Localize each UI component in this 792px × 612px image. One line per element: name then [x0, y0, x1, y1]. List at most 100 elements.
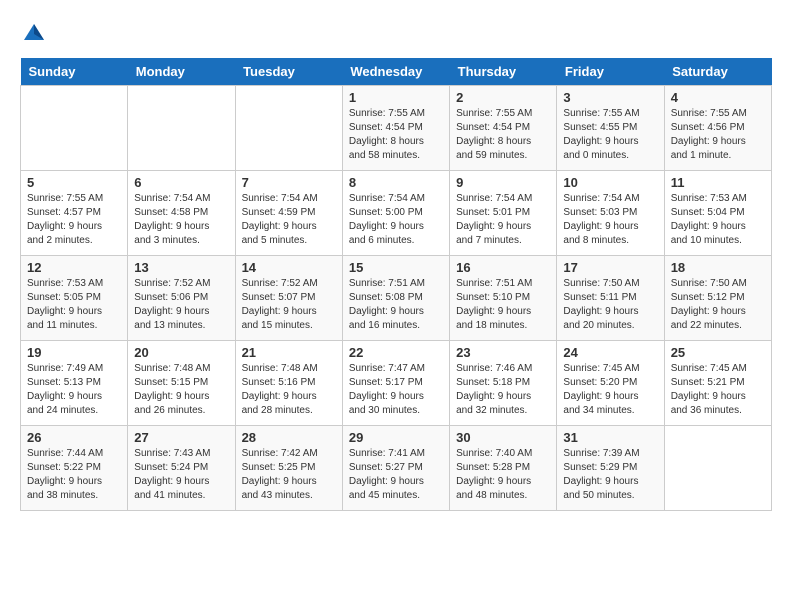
calendar-week-3: 12Sunrise: 7:53 AM Sunset: 5:05 PM Dayli… — [21, 256, 772, 341]
calendar-cell: 14 Sunrise: 7:52 AM Sunset: 5:07 PM Dayli… — [235, 256, 342, 341]
weekday-monday: Monday — [128, 58, 235, 86]
calendar-body: 1 Sunrise: 7:55 AM Sunset: 4:54 PM Daylig… — [21, 86, 772, 511]
day-info: Sunrise: 7:54 AM Sunset: 4:59 PM Dayligh… — [242, 192, 336, 248]
day-info: Sunrise: 7:39 AM Sunset: 5:29 PM Dayligh… — [563, 447, 657, 503]
day-info: Sunrise: 7:41 AM Sunset: 5:27 PM Dayligh… — [349, 447, 443, 503]
day-info: Sunrise: 7:48 AM Sunset: 5:15 PM Dayligh… — [134, 362, 228, 418]
day-number: 22 — [349, 345, 443, 360]
day-info: Sunrise: 7:50 AM Sunset: 5:11 PM Dayligh… — [563, 277, 657, 333]
calendar-cell: 12Sunrise: 7:53 AM Sunset: 5:05 PM Dayli… — [21, 256, 128, 341]
page-header — [20, 20, 772, 48]
day-info: Sunrise: 7:54 AM Sunset: 5:00 PM Dayligh… — [349, 192, 443, 248]
day-info: Sunrise: 7:55 AM Sunset: 4:54 PM Dayligh… — [349, 107, 443, 163]
day-number: 4 — [671, 90, 765, 105]
day-info: Sunrise: 7:55 AM Sunset: 4:57 PM Dayligh… — [27, 192, 121, 248]
calendar-cell: 13 Sunrise: 7:52 AM Sunset: 5:06 PM Dayli… — [128, 256, 235, 341]
day-number: 10 — [563, 175, 657, 190]
calendar-week-2: 5 Sunrise: 7:55 AM Sunset: 4:57 PM Daylig… — [21, 171, 772, 256]
day-number: 19 — [27, 345, 121, 360]
day-info: Sunrise: 7:43 AM Sunset: 5:24 PM Dayligh… — [134, 447, 228, 503]
calendar-cell: 5 Sunrise: 7:55 AM Sunset: 4:57 PM Daylig… — [21, 171, 128, 256]
calendar-cell: 29 Sunrise: 7:41 AM Sunset: 5:27 PM Dayli… — [342, 426, 449, 511]
calendar-cell — [664, 426, 771, 511]
calendar-table: SundayMondayTuesdayWednesdayThursdayFrid… — [20, 58, 772, 511]
day-number: 8 — [349, 175, 443, 190]
calendar-cell: 11 Sunrise: 7:53 AM Sunset: 5:04 PM Dayli… — [664, 171, 771, 256]
calendar-cell: 25Sunrise: 7:45 AM Sunset: 5:21 PM Dayli… — [664, 341, 771, 426]
day-info: Sunrise: 7:44 AM Sunset: 5:22 PM Dayligh… — [27, 447, 121, 503]
calendar-cell: 23Sunrise: 7:46 AM Sunset: 5:18 PM Dayli… — [450, 341, 557, 426]
logo — [20, 20, 52, 48]
day-number: 5 — [27, 175, 121, 190]
day-number: 14 — [242, 260, 336, 275]
day-info: Sunrise: 7:45 AM Sunset: 5:21 PM Dayligh… — [671, 362, 765, 418]
calendar-cell — [21, 86, 128, 171]
calendar-cell: 18Sunrise: 7:50 AM Sunset: 5:12 PM Dayli… — [664, 256, 771, 341]
day-info: Sunrise: 7:52 AM Sunset: 5:07 PM Dayligh… — [242, 277, 336, 333]
day-info: Sunrise: 7:52 AM Sunset: 5:06 PM Dayligh… — [134, 277, 228, 333]
day-info: Sunrise: 7:55 AM Sunset: 4:54 PM Dayligh… — [456, 107, 550, 163]
day-number: 13 — [134, 260, 228, 275]
day-number: 12 — [27, 260, 121, 275]
calendar-cell: 27Sunrise: 7:43 AM Sunset: 5:24 PM Dayli… — [128, 426, 235, 511]
day-number: 24 — [563, 345, 657, 360]
calendar-cell: 4Sunrise: 7:55 AM Sunset: 4:56 PM Daylig… — [664, 86, 771, 171]
calendar-cell: 10 Sunrise: 7:54 AM Sunset: 5:03 PM Dayli… — [557, 171, 664, 256]
weekday-tuesday: Tuesday — [235, 58, 342, 86]
calendar-cell: 17 Sunrise: 7:50 AM Sunset: 5:11 PM Dayli… — [557, 256, 664, 341]
calendar-cell: 28Sunrise: 7:42 AM Sunset: 5:25 PM Dayli… — [235, 426, 342, 511]
day-number: 6 — [134, 175, 228, 190]
calendar-cell: 22Sunrise: 7:47 AM Sunset: 5:17 PM Dayli… — [342, 341, 449, 426]
weekday-friday: Friday — [557, 58, 664, 86]
calendar-week-4: 19 Sunrise: 7:49 AM Sunset: 5:13 PM Dayli… — [21, 341, 772, 426]
calendar-cell: 9 Sunrise: 7:54 AM Sunset: 5:01 PM Daylig… — [450, 171, 557, 256]
day-number: 1 — [349, 90, 443, 105]
day-info: Sunrise: 7:54 AM Sunset: 4:58 PM Dayligh… — [134, 192, 228, 248]
day-number: 17 — [563, 260, 657, 275]
calendar-cell: 24 Sunrise: 7:45 AM Sunset: 5:20 PM Dayli… — [557, 341, 664, 426]
calendar-cell: 20Sunrise: 7:48 AM Sunset: 5:15 PM Dayli… — [128, 341, 235, 426]
day-number: 3 — [563, 90, 657, 105]
day-info: Sunrise: 7:45 AM Sunset: 5:20 PM Dayligh… — [563, 362, 657, 418]
day-number: 2 — [456, 90, 550, 105]
day-info: Sunrise: 7:50 AM Sunset: 5:12 PM Dayligh… — [671, 277, 765, 333]
day-number: 11 — [671, 175, 765, 190]
calendar-week-1: 1 Sunrise: 7:55 AM Sunset: 4:54 PM Daylig… — [21, 86, 772, 171]
calendar-cell: 1 Sunrise: 7:55 AM Sunset: 4:54 PM Daylig… — [342, 86, 449, 171]
calendar-cell: 7 Sunrise: 7:54 AM Sunset: 4:59 PM Daylig… — [235, 171, 342, 256]
calendar-header: SundayMondayTuesdayWednesdayThursdayFrid… — [21, 58, 772, 86]
calendar-cell: 31Sunrise: 7:39 AM Sunset: 5:29 PM Dayli… — [557, 426, 664, 511]
day-info: Sunrise: 7:49 AM Sunset: 5:13 PM Dayligh… — [27, 362, 121, 418]
day-info: Sunrise: 7:51 AM Sunset: 5:10 PM Dayligh… — [456, 277, 550, 333]
calendar-cell — [235, 86, 342, 171]
calendar-cell: 15 Sunrise: 7:51 AM Sunset: 5:08 PM Dayli… — [342, 256, 449, 341]
weekday-thursday: Thursday — [450, 58, 557, 86]
day-number: 21 — [242, 345, 336, 360]
calendar-cell — [128, 86, 235, 171]
calendar-cell: 8 Sunrise: 7:54 AM Sunset: 5:00 PM Daylig… — [342, 171, 449, 256]
calendar-cell: 30 Sunrise: 7:40 AM Sunset: 5:28 PM Dayli… — [450, 426, 557, 511]
calendar-cell: 16 Sunrise: 7:51 AM Sunset: 5:10 PM Dayli… — [450, 256, 557, 341]
weekday-saturday: Saturday — [664, 58, 771, 86]
day-info: Sunrise: 7:53 AM Sunset: 5:04 PM Dayligh… — [671, 192, 765, 248]
day-info: Sunrise: 7:54 AM Sunset: 5:01 PM Dayligh… — [456, 192, 550, 248]
day-info: Sunrise: 7:40 AM Sunset: 5:28 PM Dayligh… — [456, 447, 550, 503]
calendar-cell: 19 Sunrise: 7:49 AM Sunset: 5:13 PM Dayli… — [21, 341, 128, 426]
day-number: 16 — [456, 260, 550, 275]
day-number: 9 — [456, 175, 550, 190]
day-info: Sunrise: 7:51 AM Sunset: 5:08 PM Dayligh… — [349, 277, 443, 333]
day-number: 7 — [242, 175, 336, 190]
day-number: 15 — [349, 260, 443, 275]
calendar-cell: 6 Sunrise: 7:54 AM Sunset: 4:58 PM Daylig… — [128, 171, 235, 256]
day-number: 30 — [456, 430, 550, 445]
calendar-week-5: 26Sunrise: 7:44 AM Sunset: 5:22 PM Dayli… — [21, 426, 772, 511]
day-info: Sunrise: 7:54 AM Sunset: 5:03 PM Dayligh… — [563, 192, 657, 248]
day-info: Sunrise: 7:55 AM Sunset: 4:55 PM Dayligh… — [563, 107, 657, 163]
day-info: Sunrise: 7:42 AM Sunset: 5:25 PM Dayligh… — [242, 447, 336, 503]
weekday-wednesday: Wednesday — [342, 58, 449, 86]
calendar-cell: 3 Sunrise: 7:55 AM Sunset: 4:55 PM Daylig… — [557, 86, 664, 171]
day-info: Sunrise: 7:48 AM Sunset: 5:16 PM Dayligh… — [242, 362, 336, 418]
day-number: 29 — [349, 430, 443, 445]
calendar-cell: 2 Sunrise: 7:55 AM Sunset: 4:54 PM Daylig… — [450, 86, 557, 171]
day-info: Sunrise: 7:46 AM Sunset: 5:18 PM Dayligh… — [456, 362, 550, 418]
